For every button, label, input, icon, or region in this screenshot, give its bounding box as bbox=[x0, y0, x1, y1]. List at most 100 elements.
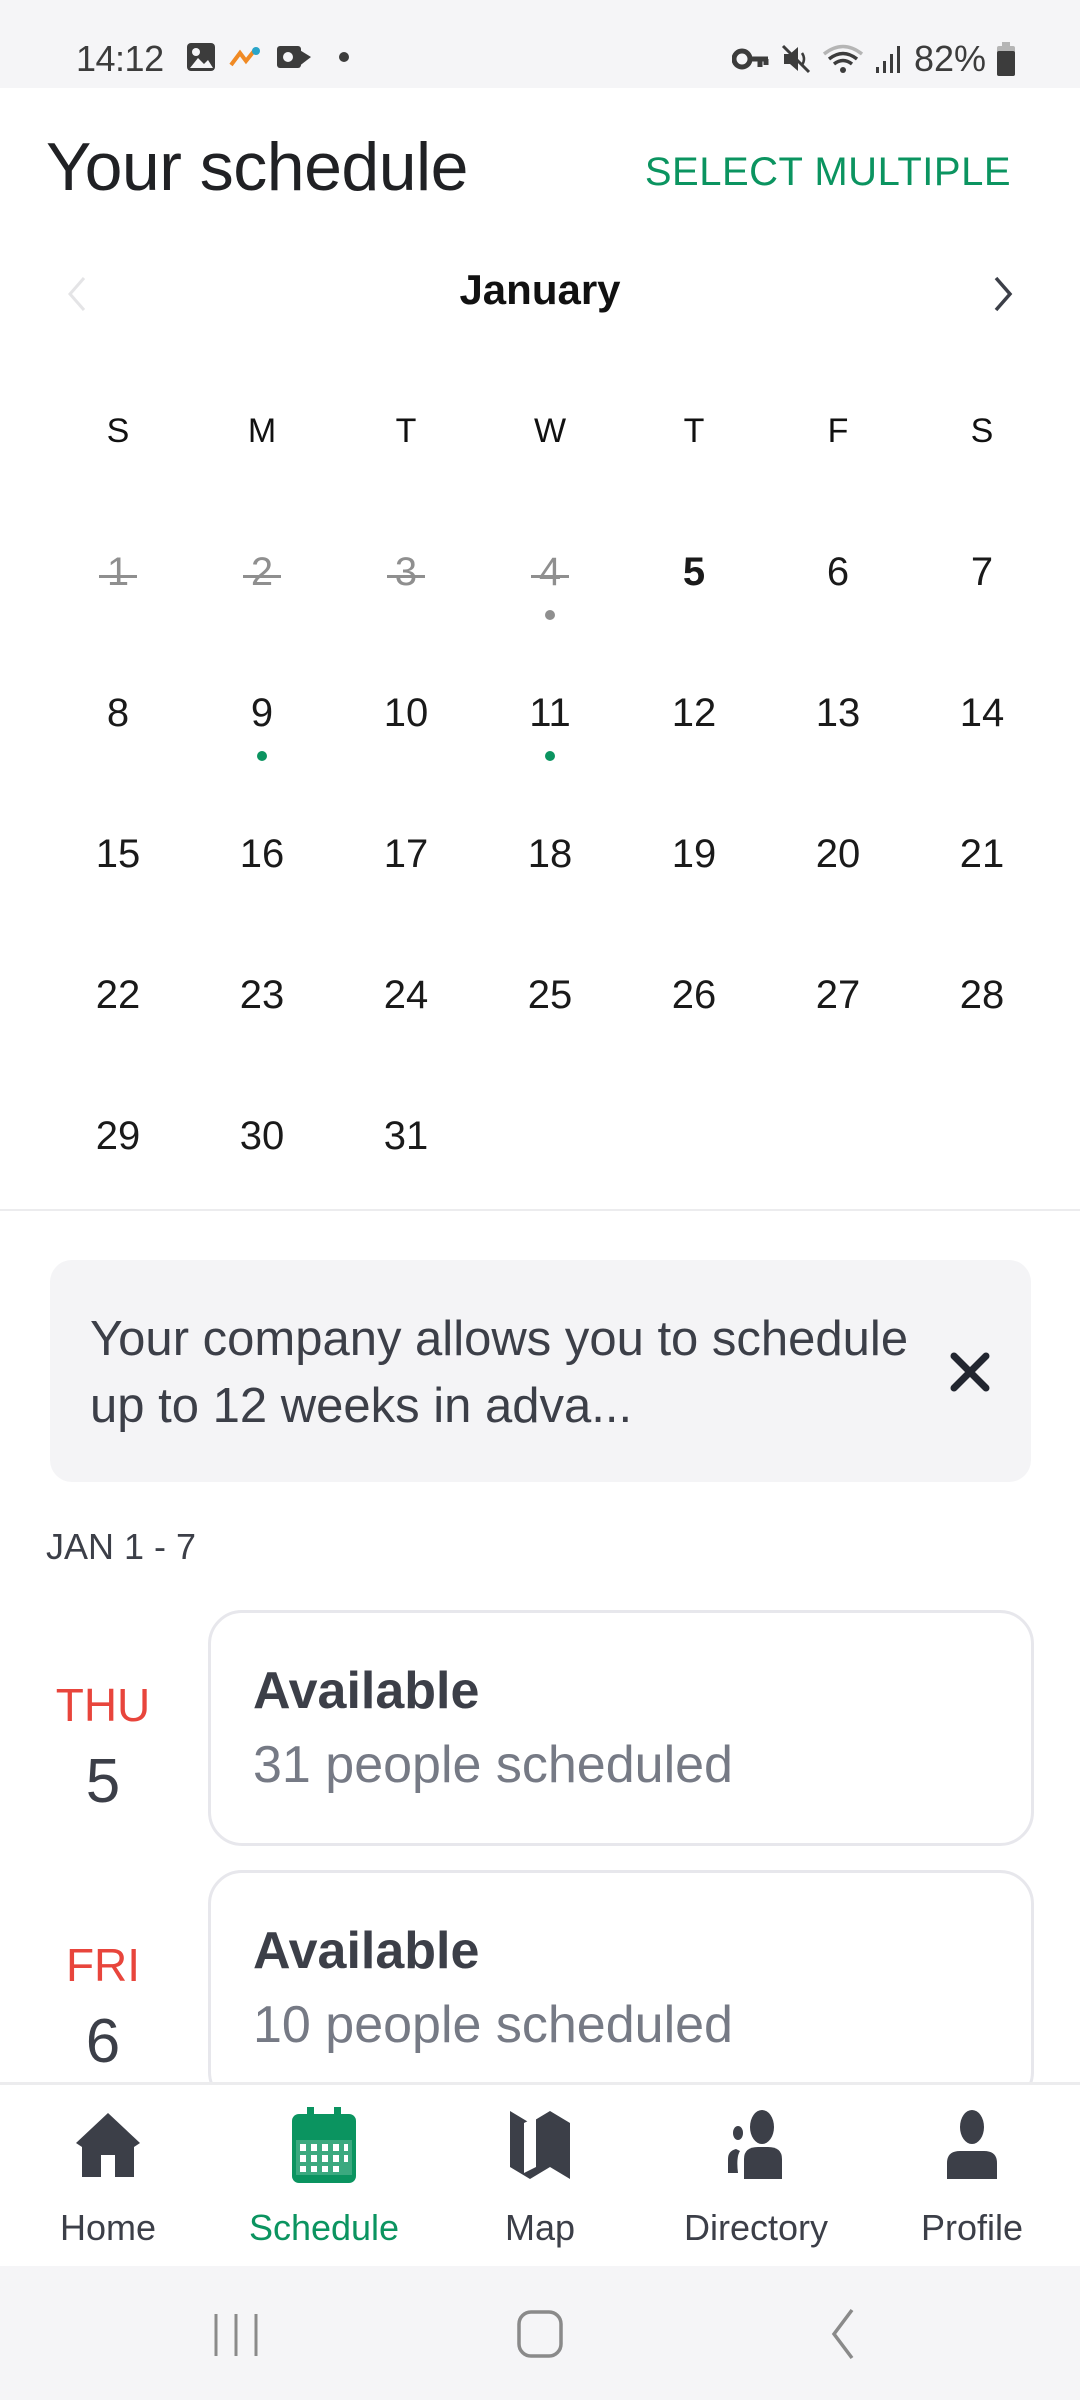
calendar-day-14[interactable]: 14 bbox=[910, 671, 1054, 812]
day-number: 17 bbox=[383, 832, 429, 876]
more-dot-icon bbox=[339, 52, 349, 62]
page-title: Your schedule bbox=[46, 129, 469, 205]
scheduling-limit-banner: Your company allows you to schedule up t… bbox=[50, 1260, 1031, 1482]
day-number: 8 bbox=[106, 691, 130, 735]
map-icon bbox=[510, 2111, 570, 2179]
day-number: 26 bbox=[671, 973, 717, 1017]
weekday-label: S bbox=[970, 412, 994, 450]
calendar-day-29[interactable]: 29 bbox=[46, 1094, 190, 1235]
back-icon bbox=[831, 2308, 854, 2360]
wifi-icon bbox=[822, 44, 864, 73]
dismiss-banner-button[interactable] bbox=[944, 1346, 996, 1398]
gallery-icon bbox=[187, 43, 215, 71]
availability-status: Available bbox=[253, 1662, 480, 1720]
tab-map[interactable]: Map bbox=[432, 2085, 648, 2266]
home-icon bbox=[76, 2113, 140, 2177]
day-number: 29 bbox=[95, 1114, 141, 1158]
calendar-day-22[interactable]: 22 bbox=[46, 953, 190, 1094]
calendar-day-24[interactable]: 24 bbox=[334, 953, 478, 1094]
day-number: 25 bbox=[527, 973, 573, 1017]
day-number: 24 bbox=[383, 973, 429, 1017]
calendar-day-10[interactable]: 10 bbox=[334, 671, 478, 812]
day-number: 20 bbox=[815, 832, 861, 876]
weekday-header: SMTWTFS bbox=[46, 412, 1054, 451]
app-notification-icon bbox=[229, 47, 260, 67]
day-number: 3 bbox=[386, 530, 426, 595]
calendar-day-17[interactable]: 17 bbox=[334, 812, 478, 953]
system-navigation-bar bbox=[0, 2266, 1080, 2400]
back-system-button[interactable] bbox=[802, 2296, 882, 2372]
calendar-day-1: 1 bbox=[46, 530, 190, 671]
chevron-right-icon bbox=[994, 276, 1013, 312]
availability-status: Available bbox=[253, 1922, 480, 1980]
recent-apps-icon bbox=[214, 2314, 258, 2356]
calendar-day-31[interactable]: 31 bbox=[334, 1094, 478, 1235]
calendar-day-23[interactable]: 23 bbox=[190, 953, 334, 1094]
availability-card[interactable]: Available 31 people scheduled bbox=[208, 1610, 1034, 1846]
mute-icon bbox=[781, 44, 810, 74]
close-icon bbox=[950, 1352, 990, 1392]
day-number: 30 bbox=[239, 1114, 285, 1158]
next-month-button[interactable] bbox=[984, 266, 1024, 322]
calendar-day-26[interactable]: 26 bbox=[622, 953, 766, 1094]
calendar-day-30[interactable]: 30 bbox=[190, 1094, 334, 1235]
home-system-button[interactable] bbox=[500, 2296, 580, 2372]
day-number: 27 bbox=[815, 973, 861, 1017]
calendar-day-28[interactable]: 28 bbox=[910, 953, 1054, 1094]
scheduled-indicator-dot bbox=[545, 751, 555, 761]
calendar-day-11[interactable]: 11 bbox=[478, 671, 622, 812]
day-number: 28 bbox=[959, 973, 1005, 1017]
day-row-date: 6 bbox=[85, 2007, 121, 2076]
calendar-day-12[interactable]: 12 bbox=[622, 671, 766, 812]
tab-profile[interactable]: Profile bbox=[864, 2085, 1080, 2266]
vpn-key-icon bbox=[731, 48, 769, 70]
day-number: 16 bbox=[239, 832, 285, 876]
battery-icon bbox=[997, 42, 1015, 76]
availability-card[interactable]: Available 10 people scheduled bbox=[208, 1870, 1034, 2106]
day-number: 13 bbox=[815, 691, 861, 735]
day-number: 15 bbox=[95, 832, 141, 876]
calendar-day-9[interactable]: 9 bbox=[190, 671, 334, 812]
calendar-day-7[interactable]: 7 bbox=[910, 530, 1054, 671]
weekday-label: S bbox=[106, 412, 130, 450]
calendar-day-5[interactable]: 5 bbox=[622, 530, 766, 671]
calendar-day-3: 3 bbox=[334, 530, 478, 671]
tab-directory[interactable]: Directory bbox=[648, 2085, 864, 2266]
calendar-day-15[interactable]: 15 bbox=[46, 812, 190, 953]
select-multiple-button[interactable]: SELECT MULTIPLE bbox=[645, 150, 1011, 195]
day-number: 6 bbox=[826, 550, 850, 594]
day-number: 22 bbox=[95, 973, 141, 1017]
calendar-day-4: 4 bbox=[478, 530, 622, 671]
recent-apps-button[interactable] bbox=[196, 2296, 276, 2372]
calendar-day-8[interactable]: 8 bbox=[46, 671, 190, 812]
tab-home[interactable]: Home bbox=[0, 2085, 216, 2266]
tab-label: Directory bbox=[683, 2207, 829, 2248]
month-label: January bbox=[459, 266, 621, 313]
calendar-day-6[interactable]: 6 bbox=[766, 530, 910, 671]
tab-schedule[interactable]: Schedule bbox=[216, 2085, 432, 2266]
day-number: 1 bbox=[98, 530, 138, 595]
calendar-day-25[interactable]: 25 bbox=[478, 953, 622, 1094]
calendar-day-27[interactable]: 27 bbox=[766, 953, 910, 1094]
tab-label: Profile bbox=[920, 2207, 1024, 2248]
calendar-day-16[interactable]: 16 bbox=[190, 812, 334, 953]
people-scheduled: 10 people scheduled bbox=[253, 1996, 733, 2054]
calendar-day-2: 2 bbox=[190, 530, 334, 671]
tab-label: Home bbox=[59, 2207, 157, 2248]
tab-label: Schedule bbox=[248, 2207, 400, 2248]
calendar-day-21[interactable]: 21 bbox=[910, 812, 1054, 953]
calendar-day-19[interactable]: 19 bbox=[622, 812, 766, 953]
calendar-day-20[interactable]: 20 bbox=[766, 812, 910, 953]
directory-icon bbox=[728, 2110, 782, 2179]
calendar-day-13[interactable]: 13 bbox=[766, 671, 910, 812]
weekday-label: T bbox=[683, 412, 705, 450]
calendar-day-18[interactable]: 18 bbox=[478, 812, 622, 953]
signal-icon bbox=[875, 46, 900, 73]
system-icons: 82% bbox=[731, 38, 1016, 80]
divider bbox=[0, 1209, 1080, 1211]
day-number: 21 bbox=[959, 832, 1005, 876]
status-time: 14:12 bbox=[76, 38, 164, 79]
week-range-label: JAN 1 - 7 bbox=[46, 1526, 197, 1567]
people-scheduled: 31 people scheduled bbox=[253, 1736, 733, 1794]
home-circle-icon bbox=[517, 2310, 563, 2358]
